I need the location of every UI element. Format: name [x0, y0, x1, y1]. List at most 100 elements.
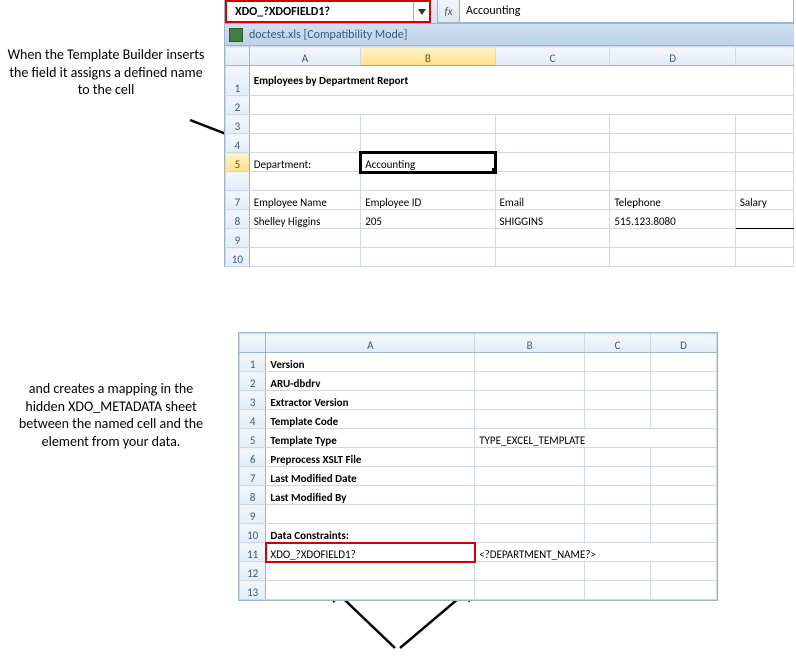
cell[interactable]	[651, 448, 717, 467]
cell[interactable]	[495, 248, 610, 267]
cell[interactable]	[361, 134, 495, 153]
cell[interactable]	[585, 581, 651, 600]
cell-tpltype-val[interactable]: TYPE_EXCEL_TEMPLATE	[475, 429, 717, 448]
row-label[interactable]: 4	[226, 134, 250, 153]
col-header-B[interactable]: B	[361, 47, 495, 66]
cell[interactable]	[266, 581, 475, 600]
cell-salary[interactable]	[735, 210, 793, 229]
cell[interactable]	[735, 248, 793, 267]
header-emp-name[interactable]: Employee Name	[249, 191, 361, 210]
cell[interactable]	[475, 353, 585, 372]
cell[interactable]	[585, 505, 651, 524]
cell[interactable]	[585, 467, 651, 486]
row-label[interactable]: 7	[240, 467, 266, 486]
cell[interactable]	[651, 391, 717, 410]
row-label[interactable]: 11	[240, 543, 266, 562]
cell[interactable]	[249, 229, 361, 248]
col-header-C[interactable]: C	[585, 334, 651, 353]
cell[interactable]	[651, 467, 717, 486]
cell[interactable]	[651, 505, 717, 524]
cell[interactable]	[361, 115, 495, 134]
cell[interactable]	[361, 229, 495, 248]
top-sheet-grid[interactable]: A B C D 1 Employees by Department Report…	[225, 46, 794, 267]
department-value-cell[interactable]: Accounting	[361, 153, 495, 172]
cell[interactable]	[735, 115, 793, 134]
cell[interactable]	[585, 391, 651, 410]
row-label[interactable]: 2	[240, 372, 266, 391]
cell[interactable]	[585, 486, 651, 505]
row-label[interactable]: 3	[240, 391, 266, 410]
row-label[interactable]: 5	[240, 429, 266, 448]
cell[interactable]	[475, 562, 585, 581]
cell-extractor[interactable]: Extractor Version	[266, 391, 475, 410]
cell[interactable]	[495, 134, 610, 153]
row-label[interactable]: 10	[240, 524, 266, 543]
cell-version[interactable]: Version	[266, 353, 475, 372]
col-header-A[interactable]: A	[266, 334, 475, 353]
cell-xdo-field-name[interactable]: XDO_?XDOFIELD1?	[266, 543, 475, 562]
cell[interactable]	[651, 524, 717, 543]
cell[interactable]	[610, 248, 735, 267]
cell[interactable]	[249, 248, 361, 267]
cell[interactable]	[651, 353, 717, 372]
cell[interactable]	[585, 353, 651, 372]
report-title-cell[interactable]: Employees by Department Report	[249, 66, 793, 96]
header-email[interactable]: Email	[495, 191, 610, 210]
row-label[interactable]: 1	[226, 66, 250, 96]
cell[interactable]	[475, 467, 585, 486]
cell[interactable]	[585, 410, 651, 429]
cell[interactable]	[475, 524, 585, 543]
row-label[interactable]: 8	[226, 210, 250, 229]
cell-email[interactable]: SHIGGINS	[495, 210, 610, 229]
cell[interactable]	[651, 372, 717, 391]
cell[interactable]	[475, 372, 585, 391]
cell[interactable]	[495, 229, 610, 248]
row-label[interactable]: 6	[240, 448, 266, 467]
row-label[interactable]: 7	[226, 191, 250, 210]
cell[interactable]	[735, 153, 793, 172]
cell[interactable]	[249, 134, 361, 153]
cell[interactable]	[495, 153, 610, 172]
cell[interactable]	[475, 391, 585, 410]
cell[interactable]	[651, 581, 717, 600]
cell-xslt[interactable]: Preprocess XSLT File	[266, 448, 475, 467]
cell-xdo-field-map[interactable]: <?DEPARTMENT_NAME?>	[475, 543, 717, 562]
cell[interactable]	[651, 410, 717, 429]
select-all-corner[interactable]	[226, 47, 250, 66]
cell[interactable]	[495, 172, 610, 191]
cell-tpltype[interactable]: Template Type	[266, 429, 475, 448]
row-label[interactable]: 8	[240, 486, 266, 505]
fx-icon[interactable]: fx	[438, 0, 460, 22]
header-salary[interactable]: Salary	[735, 191, 793, 210]
row-label[interactable]: 4	[240, 410, 266, 429]
cell[interactable]	[249, 96, 793, 115]
cell[interactable]	[610, 115, 735, 134]
metadata-sheet-grid[interactable]: A B C D 1Version 2ARU-dbdrv 3Extractor V…	[239, 333, 717, 600]
cell[interactable]	[475, 410, 585, 429]
cell-emp-id[interactable]: 205	[361, 210, 495, 229]
row-label[interactable]	[226, 172, 250, 191]
row-label[interactable]: 3	[226, 115, 250, 134]
col-header-B[interactable]: B	[475, 334, 585, 353]
col-header-D[interactable]: D	[610, 47, 735, 66]
cell-emp-name[interactable]: Shelley Higgins	[249, 210, 361, 229]
cell[interactable]	[475, 581, 585, 600]
cell[interactable]	[266, 562, 475, 581]
cell[interactable]	[735, 229, 793, 248]
row-label[interactable]: 5	[226, 153, 250, 172]
row-label[interactable]: 10	[226, 248, 250, 267]
header-telephone[interactable]: Telephone	[610, 191, 735, 210]
name-box-dropdown-icon[interactable]	[413, 2, 429, 21]
cell[interactable]	[735, 134, 793, 153]
cell-aru[interactable]: ARU-dbdrv	[266, 372, 475, 391]
cell[interactable]	[651, 562, 717, 581]
cell[interactable]	[585, 524, 651, 543]
formula-bar[interactable]: fx Accounting	[437, 0, 794, 23]
row-label[interactable]: 2	[226, 96, 250, 115]
select-all-corner[interactable]	[240, 334, 266, 353]
cell[interactable]	[585, 448, 651, 467]
cell-lmd[interactable]: Last Modified Date	[266, 467, 475, 486]
cell[interactable]	[610, 172, 735, 191]
col-header-E[interactable]	[735, 47, 793, 66]
cell-telephone[interactable]: 515.123.8080	[610, 210, 735, 229]
